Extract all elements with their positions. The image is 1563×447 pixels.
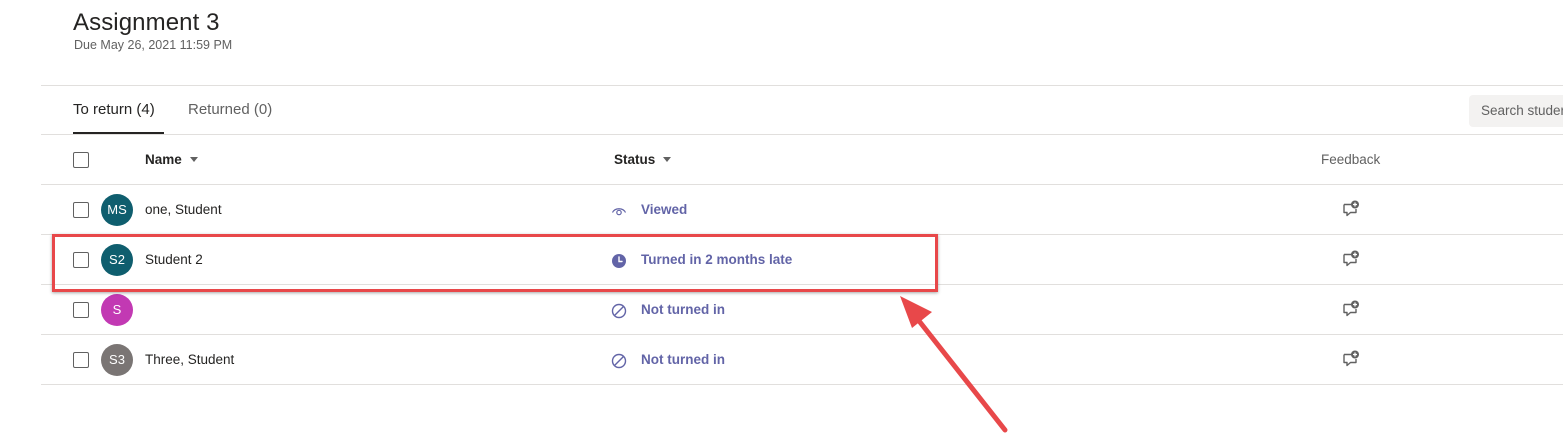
student-name[interactable]: one, Student: [145, 202, 222, 217]
row-checkbox[interactable]: [73, 352, 89, 368]
row-checkbox[interactable]: [73, 302, 89, 318]
tab-returned[interactable]: Returned (0): [188, 101, 272, 118]
sort-caret-icon: [663, 157, 672, 162]
avatar: S: [101, 294, 133, 326]
search-placeholder: Search studer: [1481, 103, 1563, 118]
not-submitted-icon: [611, 303, 627, 319]
sort-caret-icon: [189, 157, 198, 162]
row-divider: [41, 384, 1563, 385]
header-divider: [41, 85, 1563, 86]
feedback-column-header: Feedback: [1321, 152, 1381, 167]
highlight-box-annotation: [52, 234, 938, 292]
status-text[interactable]: Not turned in: [641, 352, 725, 367]
avatar: S3: [101, 344, 133, 376]
status-text[interactable]: Viewed: [641, 202, 687, 217]
row-checkbox[interactable]: [73, 202, 89, 218]
name-column-label: Name: [145, 152, 182, 167]
name-column-header[interactable]: Name: [145, 152, 198, 167]
arrow-annotation-icon: [900, 296, 1008, 433]
tabs-divider: [41, 134, 1563, 135]
avatar: MS: [101, 194, 133, 226]
add-feedback-icon[interactable]: [1341, 199, 1361, 219]
assignment-title: Assignment 3: [73, 9, 220, 36]
header-row-divider: [41, 184, 1563, 185]
assignment-due-date: Due May 26, 2021 11:59 PM: [74, 38, 233, 52]
student-name[interactable]: Three, Student: [145, 352, 234, 367]
select-all-checkbox[interactable]: [73, 152, 89, 168]
add-feedback-icon[interactable]: [1341, 349, 1361, 369]
add-feedback-icon[interactable]: [1341, 249, 1361, 269]
add-feedback-icon[interactable]: [1341, 299, 1361, 319]
status-text[interactable]: Not turned in: [641, 302, 725, 317]
row-divider: [41, 334, 1563, 335]
eye-icon: [611, 208, 627, 216]
search-students-input[interactable]: Search studer: [1469, 95, 1563, 127]
not-submitted-icon: [611, 353, 627, 369]
status-column-header[interactable]: Status: [614, 152, 672, 167]
tab-to-return[interactable]: To return (4): [73, 101, 155, 118]
status-column-label: Status: [614, 152, 656, 167]
